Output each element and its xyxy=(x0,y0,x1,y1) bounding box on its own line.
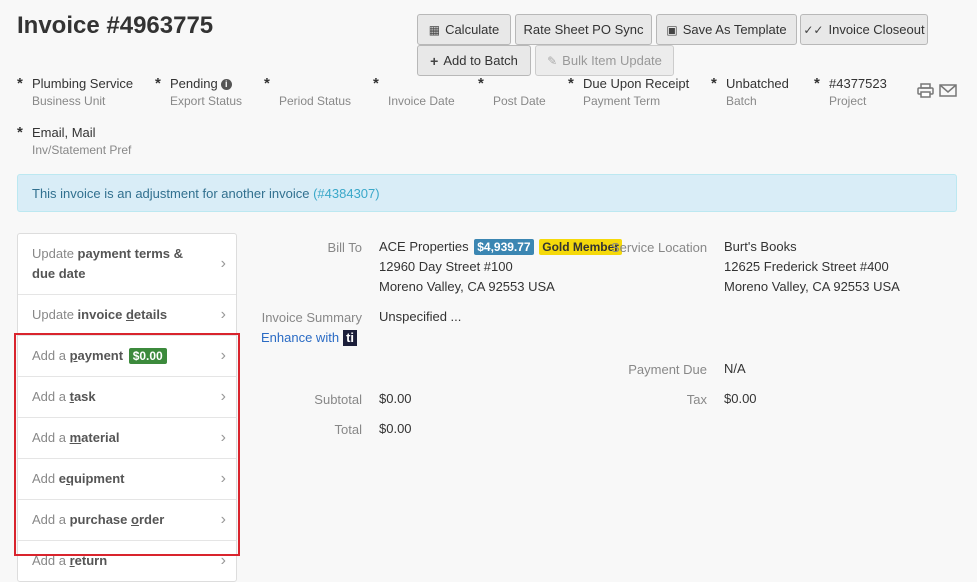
payment-due-value: N/A xyxy=(724,361,746,376)
menu-add-purchase-order[interactable]: Add a purchase order › xyxy=(18,500,236,541)
invoice-date-field[interactable]: * Invoice Date xyxy=(373,76,455,108)
post-date-field[interactable]: * Post Date xyxy=(478,76,546,108)
menu-add-task[interactable]: Add a task › xyxy=(18,377,236,418)
chevron-right-icon: › xyxy=(220,470,226,487)
payment-due-label: Payment Due xyxy=(628,362,707,377)
menu-add-equipment[interactable]: Add equipment › xyxy=(18,459,236,500)
required-star-icon: * xyxy=(373,75,379,92)
bill-to-address-line2: Moreno Valley, CA 92553 USA xyxy=(379,279,555,294)
add-batch-label: Add to Batch xyxy=(443,53,518,68)
inv-statement-pref-field[interactable]: * Email, Mail Inv/Statement Pref xyxy=(17,125,131,157)
action-menu: Update payment terms & due date › Update… xyxy=(17,233,237,582)
bill-to-address-line1: 12960 Day Street #100 xyxy=(379,259,513,274)
original-invoice-link[interactable]: (#4384307) xyxy=(313,186,380,201)
post-date-label: Post Date xyxy=(493,94,546,108)
service-location-name[interactable]: Burt's Books xyxy=(724,237,900,257)
tax-value: $0.00 xyxy=(724,391,757,406)
chevron-right-icon: › xyxy=(220,552,226,569)
save-template-label: Save As Template xyxy=(682,22,787,37)
chevron-right-icon: › xyxy=(220,429,226,446)
calculator-icon: ▦ xyxy=(428,22,441,37)
bill-to-block: ACE Properties $4,939.77 Gold Member 129… xyxy=(379,237,622,297)
chevron-right-icon: › xyxy=(220,511,226,528)
tax-label: Tax xyxy=(686,392,707,407)
plus-icon: + xyxy=(430,52,439,69)
subtotal-value: $0.00 xyxy=(379,391,412,406)
alert-text: This invoice is an adjustment for anothe… xyxy=(32,186,314,201)
period-status-field[interactable]: * Period Status xyxy=(264,76,351,108)
total-value: $0.00 xyxy=(379,421,412,436)
payment-amount-badge: $0.00 xyxy=(128,348,167,364)
double-check-icon: ✓✓ xyxy=(803,22,824,37)
export-status-value: Pending xyxy=(170,76,218,91)
ti-logo-icon: ti xyxy=(343,330,358,346)
menu-add-return[interactable]: Add a return › xyxy=(18,541,236,581)
page-title: Invoice #4963775 xyxy=(17,12,214,39)
batch-label: Batch xyxy=(726,94,757,108)
print-icon[interactable] xyxy=(917,83,934,98)
pencil-icon: ✎ xyxy=(547,53,558,68)
menu-add-material[interactable]: Add a material › xyxy=(18,418,236,459)
required-star-icon: * xyxy=(17,124,23,141)
chevron-right-icon: › xyxy=(220,388,226,405)
member-badge: Gold Member xyxy=(539,239,622,255)
business-unit-label: Business Unit xyxy=(32,94,106,108)
project-field[interactable]: * #4377523 Project xyxy=(814,76,887,108)
add-to-batch-button[interactable]: + Add to Batch xyxy=(417,45,531,76)
bulk-update-label: Bulk Item Update xyxy=(562,53,662,68)
business-unit-field[interactable]: * Plumbing Service Business Unit xyxy=(17,76,133,108)
batch-field[interactable]: * Unbatched Batch xyxy=(711,76,789,108)
invoice-closeout-button[interactable]: ✓✓ Invoice Closeout xyxy=(800,14,928,45)
calculate-button[interactable]: ▦ Calculate xyxy=(417,14,511,45)
payment-term-label: Payment Term xyxy=(583,94,661,108)
subtotal-label: Subtotal xyxy=(314,392,362,407)
chevron-right-icon: › xyxy=(220,306,226,323)
invoice-summary-label: Invoice Summary xyxy=(261,310,362,325)
rate-sheet-po-sync-button[interactable]: Rate Sheet PO Sync xyxy=(515,14,652,45)
required-star-icon: * xyxy=(478,75,484,92)
batch-value: Unbatched xyxy=(726,76,789,91)
adjustment-alert: This invoice is an adjustment for anothe… xyxy=(17,174,957,212)
project-label: Project xyxy=(829,94,867,108)
required-star-icon: * xyxy=(17,75,23,92)
required-star-icon: * xyxy=(264,75,270,92)
required-star-icon: * xyxy=(814,75,820,92)
envelope-icon[interactable] xyxy=(939,83,957,98)
payment-term-field[interactable]: * Due Upon Receipt Payment Term xyxy=(568,76,689,108)
required-star-icon: * xyxy=(711,75,717,92)
project-value: #4377523 xyxy=(829,76,887,91)
bill-to-label: Bill To xyxy=(327,240,362,255)
chevron-right-icon: › xyxy=(220,347,226,364)
menu-add-payment[interactable]: Add a payment $0.00 › xyxy=(18,336,236,377)
export-status-label: Export Status xyxy=(170,94,243,108)
info-icon[interactable]: i xyxy=(220,79,232,90)
required-star-icon: * xyxy=(568,75,574,92)
invoice-date-label: Invoice Date xyxy=(388,94,455,108)
bill-to-name[interactable]: ACE Properties xyxy=(379,239,469,254)
total-label: Total xyxy=(334,422,362,437)
inv-pref-value: Email, Mail xyxy=(32,125,96,140)
business-unit-value: Plumbing Service xyxy=(32,76,134,91)
bulk-item-update-button[interactable]: ✎ Bulk Item Update xyxy=(535,45,674,76)
balance-badge: $4,939.77 xyxy=(474,239,534,255)
rate-sheet-label: Rate Sheet PO Sync xyxy=(523,22,644,37)
period-status-label: Period Status xyxy=(279,94,352,108)
required-star-icon: * xyxy=(155,75,161,92)
service-address-line1: 12625 Frederick Street #400 xyxy=(724,259,889,274)
enhance-with-link[interactable]: Enhance with ti xyxy=(261,330,358,346)
closeout-label: Invoice Closeout xyxy=(828,22,925,37)
invoice-summary-value[interactable]: Unspecified ... xyxy=(379,307,461,327)
menu-update-payment-terms[interactable]: Update payment terms & due date › xyxy=(18,234,236,295)
export-status-field[interactable]: * Pending i Export Status xyxy=(155,76,242,108)
chevron-right-icon: › xyxy=(220,255,226,272)
save-as-template-button[interactable]: ▣ Save As Template xyxy=(656,14,797,45)
floppy-icon: ▣ xyxy=(666,22,678,37)
service-location-label: Service Location xyxy=(611,240,708,255)
calculate-label: Calculate xyxy=(445,22,500,37)
menu-update-invoice-details[interactable]: Update invoice details › xyxy=(18,295,236,336)
service-address-line2: Moreno Valley, CA 92553 USA xyxy=(724,279,900,294)
payment-term-value: Due Upon Receipt xyxy=(583,76,690,91)
service-location-block: Burt's Books 12625 Frederick Street #400… xyxy=(724,237,900,297)
inv-pref-label: Inv/Statement Pref xyxy=(32,143,132,157)
